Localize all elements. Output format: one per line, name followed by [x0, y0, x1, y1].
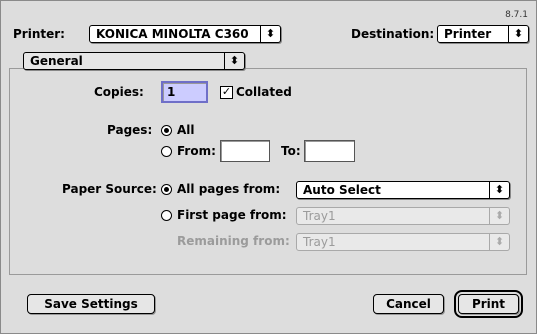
updown-arrow-icon: ⬍: [489, 234, 509, 250]
paper-source-label: Paper Source:: [62, 182, 157, 196]
remaining-from-popup[interactable]: Tray1 ⬍: [296, 233, 510, 251]
pages-to-field[interactable]: [304, 140, 355, 162]
destination-popup[interactable]: Printer ⬍: [437, 25, 529, 43]
printer-value: KONICA MINOLTA C360: [96, 27, 249, 41]
panel-popup[interactable]: General ⬍: [23, 52, 245, 70]
updown-arrow-icon: ⬍: [508, 26, 528, 42]
pages-from-radio[interactable]: [161, 146, 172, 157]
all-pages-from-radio[interactable]: [161, 184, 172, 195]
all-pages-from-value: Auto Select: [303, 183, 381, 197]
copies-label: Copies:: [94, 85, 144, 99]
updown-arrow-icon: ⬍: [489, 182, 509, 198]
remaining-from-value: Tray1: [303, 235, 336, 249]
destination-value: Printer: [444, 27, 492, 41]
updown-arrow-icon: ⬍: [224, 53, 244, 69]
first-page-from-label: First page from:: [177, 208, 287, 222]
pages-all-label: All: [177, 123, 195, 137]
pages-label: Pages:: [107, 123, 153, 137]
copies-field[interactable]: 1: [161, 81, 208, 103]
save-settings-button[interactable]: Save Settings: [27, 294, 155, 314]
all-pages-from-popup[interactable]: Auto Select ⬍: [296, 181, 510, 199]
updown-arrow-icon: ⬍: [489, 208, 509, 224]
first-page-from-value: Tray1: [303, 209, 336, 223]
version-label: 8.7.1: [505, 10, 528, 20]
checkmark-icon: ✓: [221, 85, 232, 98]
updown-arrow-icon: ⬍: [260, 26, 280, 42]
print-dialog: 8.7.1 Printer: KONICA MINOLTA C360 ⬍ Des…: [0, 0, 537, 334]
all-pages-from-label: All pages from:: [177, 182, 281, 196]
collated-checkbox[interactable]: ✓: [220, 86, 233, 99]
printer-popup[interactable]: KONICA MINOLTA C360 ⬍: [89, 25, 281, 43]
copies-value: 1: [167, 85, 176, 99]
pages-from-label: From:: [177, 144, 216, 158]
first-page-from-popup[interactable]: Tray1 ⬍: [296, 207, 510, 225]
printer-label: Printer:: [13, 27, 65, 41]
destination-label: Destination:: [351, 27, 435, 41]
panel-value: General: [30, 54, 83, 68]
pages-all-radio[interactable]: [161, 125, 172, 136]
pages-from-field[interactable]: [220, 140, 270, 162]
first-page-from-radio[interactable]: [161, 210, 172, 221]
cancel-button[interactable]: Cancel: [373, 294, 444, 314]
collated-label: Collated: [236, 85, 292, 99]
print-button[interactable]: Print: [454, 290, 523, 318]
remaining-from-label: Remaining from:: [177, 234, 290, 248]
pages-to-label: To:: [281, 144, 301, 158]
